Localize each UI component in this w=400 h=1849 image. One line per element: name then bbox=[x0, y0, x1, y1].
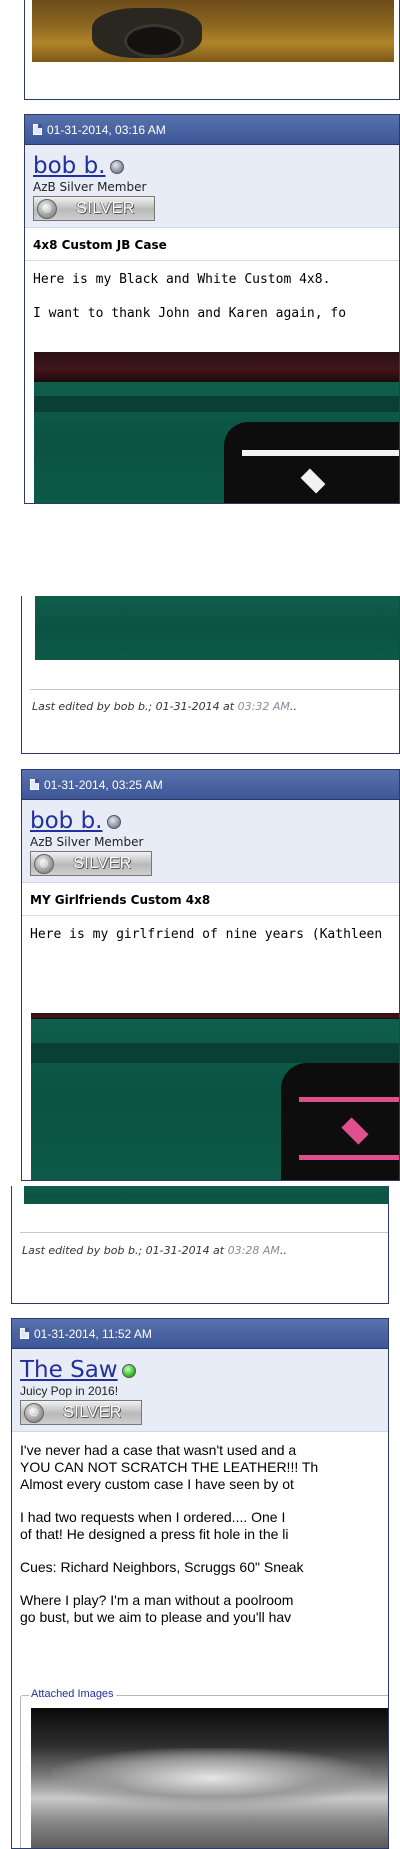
attached-images-legend: Attached Images bbox=[29, 1688, 116, 1700]
badge-label: SILVER bbox=[63, 1403, 122, 1421]
badge-label: SILVER bbox=[76, 199, 135, 217]
offline-status-icon bbox=[106, 814, 121, 829]
online-status-icon bbox=[121, 1363, 136, 1378]
post-body: Here is my Black and White Custom 4x8. I… bbox=[25, 261, 399, 323]
post-doc-icon bbox=[30, 779, 39, 790]
photo-wheel bbox=[124, 24, 184, 58]
water-splash bbox=[51, 1748, 371, 1808]
case-photo[interactable] bbox=[31, 1013, 399, 1180]
post-paragraph: I had two requests when I ordered.... On… bbox=[20, 1509, 289, 1542]
edit-note: Last edited by bob b.; 01-31-2014 at 03:… bbox=[32, 700, 297, 713]
post-date: 01-31-2014, 11:52 AM bbox=[34, 1326, 152, 1341]
post-doc-icon bbox=[33, 124, 42, 135]
post-line: I want to thank John and Karen again, fo bbox=[33, 306, 347, 321]
silver-member-badge: ◎ SILVER bbox=[33, 196, 155, 221]
photo-rail-edge bbox=[34, 396, 399, 412]
badge-label: SILVER bbox=[73, 854, 132, 872]
post-2-continued: Last edited by bob b.; 01-31-2014 at 03:… bbox=[11, 1186, 389, 1304]
username-link[interactable]: bob b. bbox=[30, 808, 103, 834]
case-black bbox=[281, 1063, 399, 1180]
silver-badge-icon: ◎ bbox=[34, 853, 54, 874]
post-paragraph: Cues: Richard Neighbors, Scruggs 60" Sne… bbox=[20, 1559, 304, 1575]
user-title: Juicy Pop in 2016! bbox=[20, 1384, 119, 1398]
photo-rail-edge bbox=[31, 1043, 399, 1063]
attached-images: Attached Images bbox=[20, 1688, 388, 1848]
username-link[interactable]: bob b. bbox=[33, 153, 106, 179]
previous-post-photo bbox=[32, 0, 394, 62]
silver-badge-icon: ◎ bbox=[37, 198, 57, 219]
edit-divider bbox=[20, 1232, 388, 1233]
case-black bbox=[224, 422, 399, 503]
post-doc-icon bbox=[20, 1328, 29, 1339]
post-3: 01-31-2014, 11:52 AM The Saw Juicy Pop i… bbox=[11, 1318, 389, 1849]
case-photo-bottom bbox=[24, 1186, 388, 1204]
post-header: 01-31-2014, 03:16 AM bbox=[25, 115, 399, 145]
edit-divider bbox=[30, 689, 399, 690]
user-title: AzB Silver Member bbox=[33, 180, 147, 194]
case-white-stripe bbox=[242, 450, 399, 456]
silver-member-badge: ◎ SILVER bbox=[20, 1400, 142, 1425]
offline-status-icon bbox=[109, 159, 124, 174]
post-header: 01-31-2014, 03:25 AM bbox=[22, 770, 399, 800]
post-title: 4x8 Custom JB Case bbox=[25, 228, 399, 261]
post-2: 01-31-2014, 03:25 AM bob b. AzB Silver M… bbox=[21, 769, 400, 1181]
post-line: Here is my girlfriend of nine years (Kat… bbox=[30, 927, 383, 942]
case-pink-stripe-top bbox=[299, 1097, 399, 1102]
attached-image-thumbnail[interactable] bbox=[31, 1708, 388, 1848]
previous-post-fragment bbox=[24, 0, 400, 100]
post-line: Here is my Black and White Custom 4x8. bbox=[33, 272, 331, 287]
post-body: I've never had a case that wasn't used a… bbox=[12, 1432, 388, 1626]
case-photo-bottom bbox=[35, 596, 399, 660]
userinfo: bob b. AzB Silver Member ◎ SILVER bbox=[25, 145, 399, 228]
photo-rail bbox=[34, 352, 399, 382]
edit-note: Last edited by bob b.; 01-31-2014 at 03:… bbox=[22, 1244, 287, 1257]
username-link[interactable]: The Saw bbox=[20, 1357, 118, 1383]
post-paragraph: I've never had a case that wasn't used a… bbox=[20, 1442, 319, 1492]
user-title: AzB Silver Member bbox=[30, 835, 144, 849]
silver-badge-icon: ◎ bbox=[24, 1402, 44, 1423]
post-paragraph: Where I play? I'm a man without a poolro… bbox=[20, 1592, 294, 1625]
silver-member-badge: ◎ SILVER bbox=[30, 851, 152, 876]
case-pink-stripe-bottom bbox=[299, 1155, 399, 1160]
userinfo: The Saw Juicy Pop in 2016! ◎ SILVER bbox=[12, 1349, 388, 1432]
post-1: 01-31-2014, 03:16 AM bob b. AzB Silver M… bbox=[24, 114, 400, 504]
post-1-continued: Last edited by bob b.; 01-31-2014 at 03:… bbox=[21, 596, 400, 754]
case-photo[interactable] bbox=[34, 352, 399, 503]
post-date: 01-31-2014, 03:25 AM bbox=[44, 777, 163, 792]
userinfo: bob b. AzB Silver Member ◎ SILVER bbox=[22, 800, 399, 883]
post-title: MY Girlfriends Custom 4x8 bbox=[22, 883, 399, 916]
case-diamond-pink bbox=[341, 1117, 369, 1145]
post-header: 01-31-2014, 11:52 AM bbox=[12, 1319, 388, 1349]
post-date: 01-31-2014, 03:16 AM bbox=[47, 122, 166, 137]
post-body: Here is my girlfriend of nine years (Kat… bbox=[22, 916, 399, 944]
case-diamond-white bbox=[300, 468, 326, 494]
